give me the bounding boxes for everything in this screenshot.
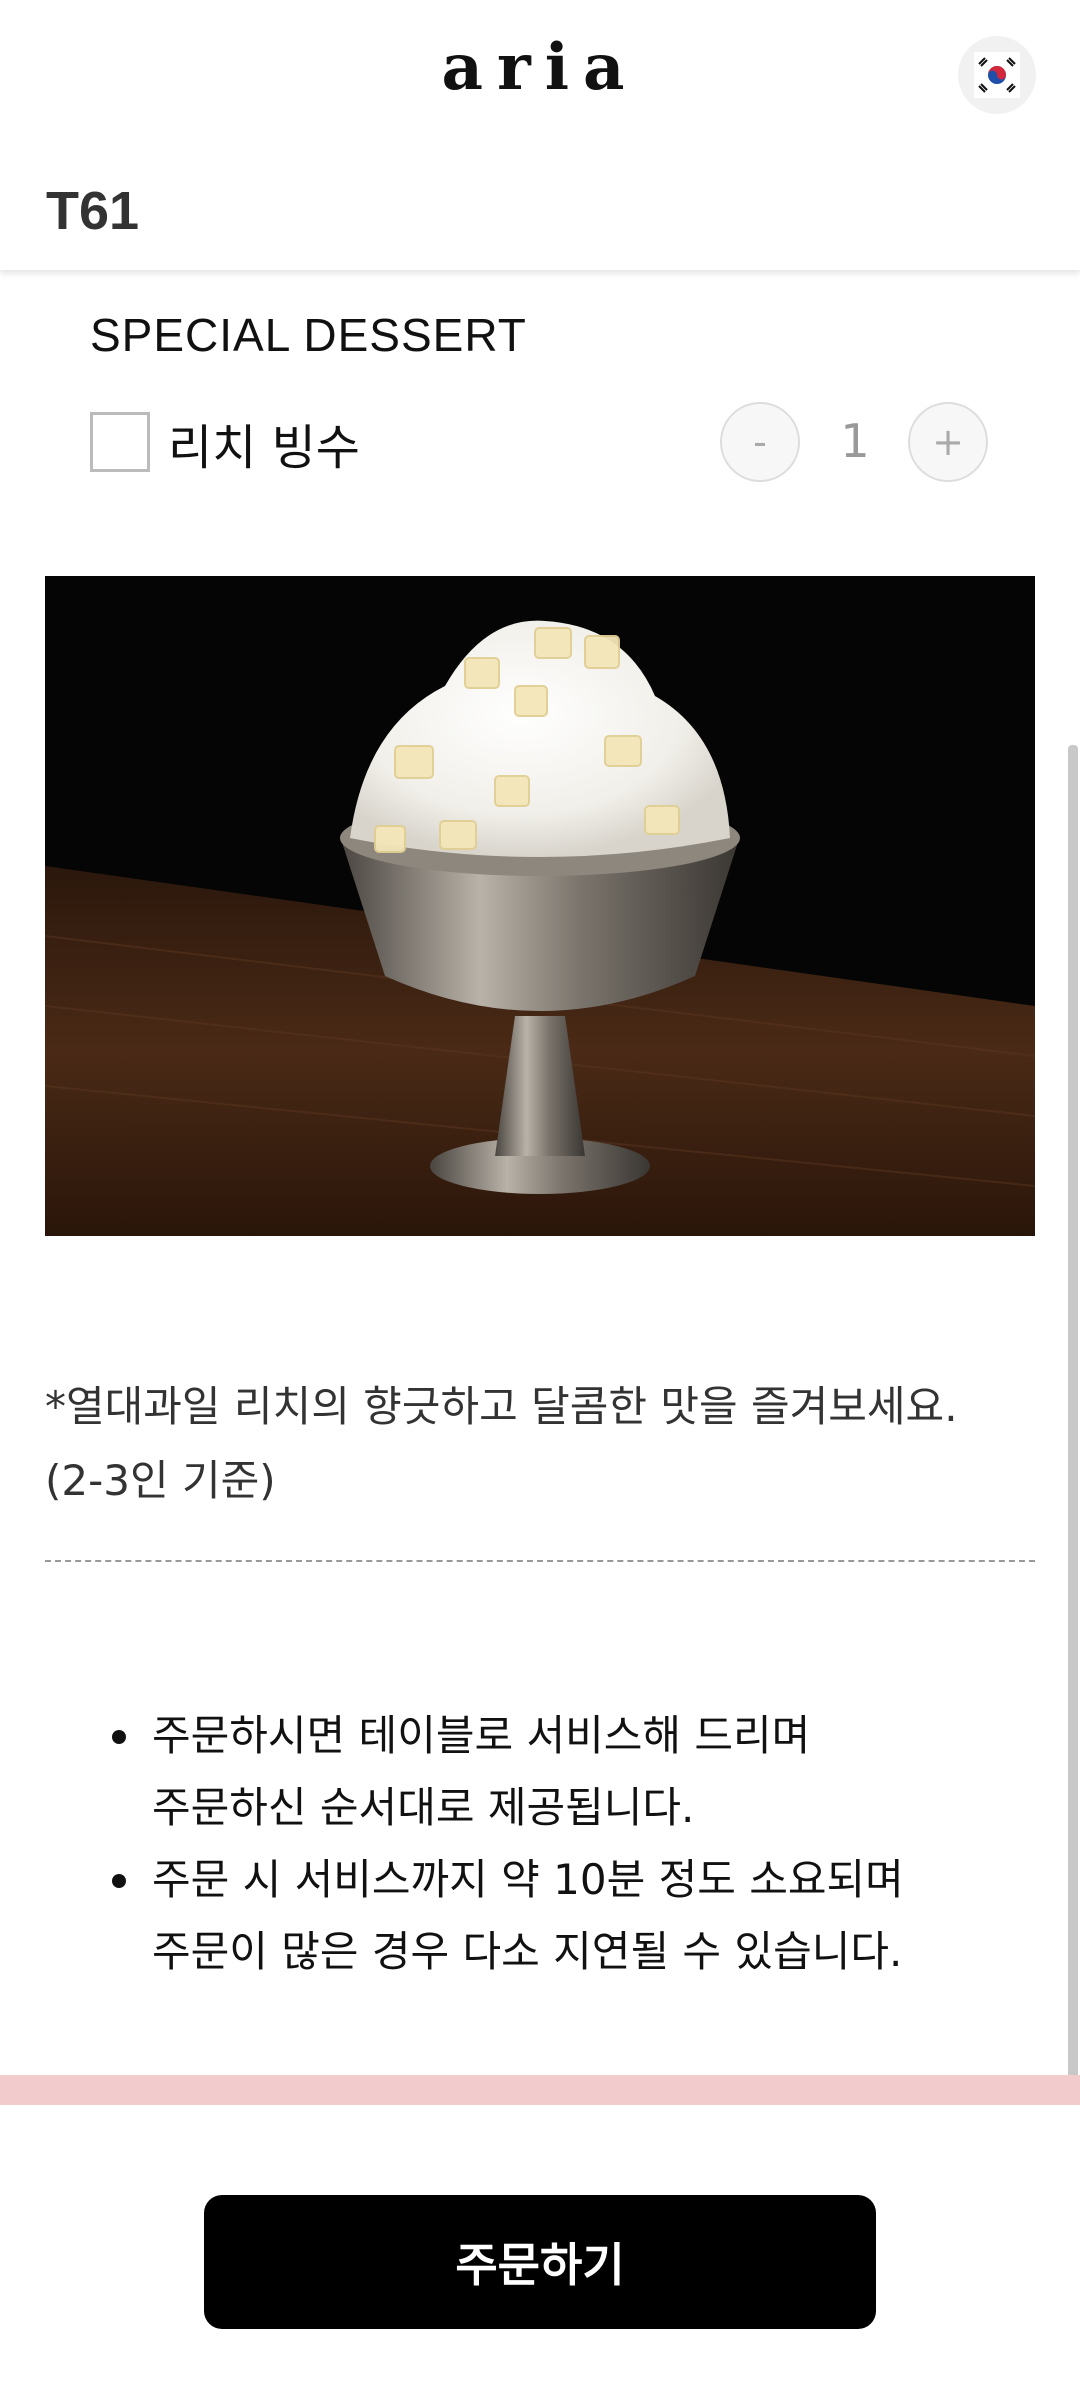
bottom-action-area: 주문하기 bbox=[0, 2105, 1080, 2402]
menu-category-title: SPECIAL DESSERT bbox=[90, 309, 527, 361]
note-line: 주문이 많은 경우 다소 지연될 수 있습니다. bbox=[152, 1927, 903, 1976]
table-header: T61 bbox=[0, 140, 1080, 270]
note-line: 주문 시 서비스까지 약 10분 정도 소요되며 bbox=[152, 1855, 904, 1904]
quantity-decrease-button[interactable]: - bbox=[720, 402, 800, 482]
description-serving: (2-3인 기준) bbox=[45, 1456, 276, 1505]
language-button[interactable] bbox=[958, 36, 1036, 114]
item-description: *열대과일 리치의 향긋하고 달콤한 맛을 즐겨보세요. (2-3인 기준) bbox=[45, 1370, 1045, 1518]
menu-item-row: 리치 빙수 - 1 + bbox=[90, 400, 990, 490]
item-checkbox[interactable] bbox=[90, 412, 150, 472]
brand-logo[interactable]: aria bbox=[0, 30, 1080, 105]
item-photo bbox=[45, 576, 1035, 1236]
quantity-value: 1 bbox=[840, 414, 870, 468]
note-item: 주문하시면 테이블로 서비스해 드리며 주문하신 순서대로 제공됩니다. bbox=[100, 1700, 1000, 1844]
note-line: 주문하시면 테이블로 서비스해 드리며 bbox=[152, 1711, 811, 1760]
note-item: 주문 시 서비스까지 약 10분 정도 소요되며 주문이 많은 경우 다소 지연… bbox=[100, 1844, 1000, 1988]
description-line: *열대과일 리치의 향긋하고 달콤한 맛을 즐겨보세요. bbox=[45, 1382, 958, 1431]
scrollbar[interactable] bbox=[1068, 745, 1078, 2105]
table-number: T61 bbox=[46, 181, 140, 241]
order-page: aria T61 SPECIAL DESSERT 리치 빙수 - 1 + *열대… bbox=[0, 0, 1080, 2402]
accent-band bbox=[0, 2075, 1080, 2105]
app-header: aria bbox=[0, 0, 1080, 140]
order-button[interactable]: 주문하기 bbox=[204, 2195, 876, 2329]
korea-flag-icon bbox=[974, 52, 1020, 98]
quantity-increase-button[interactable]: + bbox=[908, 402, 988, 482]
divider bbox=[45, 1560, 1035, 1562]
item-name[interactable]: 리치 빙수 bbox=[168, 408, 360, 478]
order-notes: 주문하시면 테이블로 서비스해 드리며 주문하신 순서대로 제공됩니다. 주문 … bbox=[100, 1700, 1000, 1988]
note-line: 주문하신 순서대로 제공됩니다. bbox=[152, 1783, 695, 1832]
